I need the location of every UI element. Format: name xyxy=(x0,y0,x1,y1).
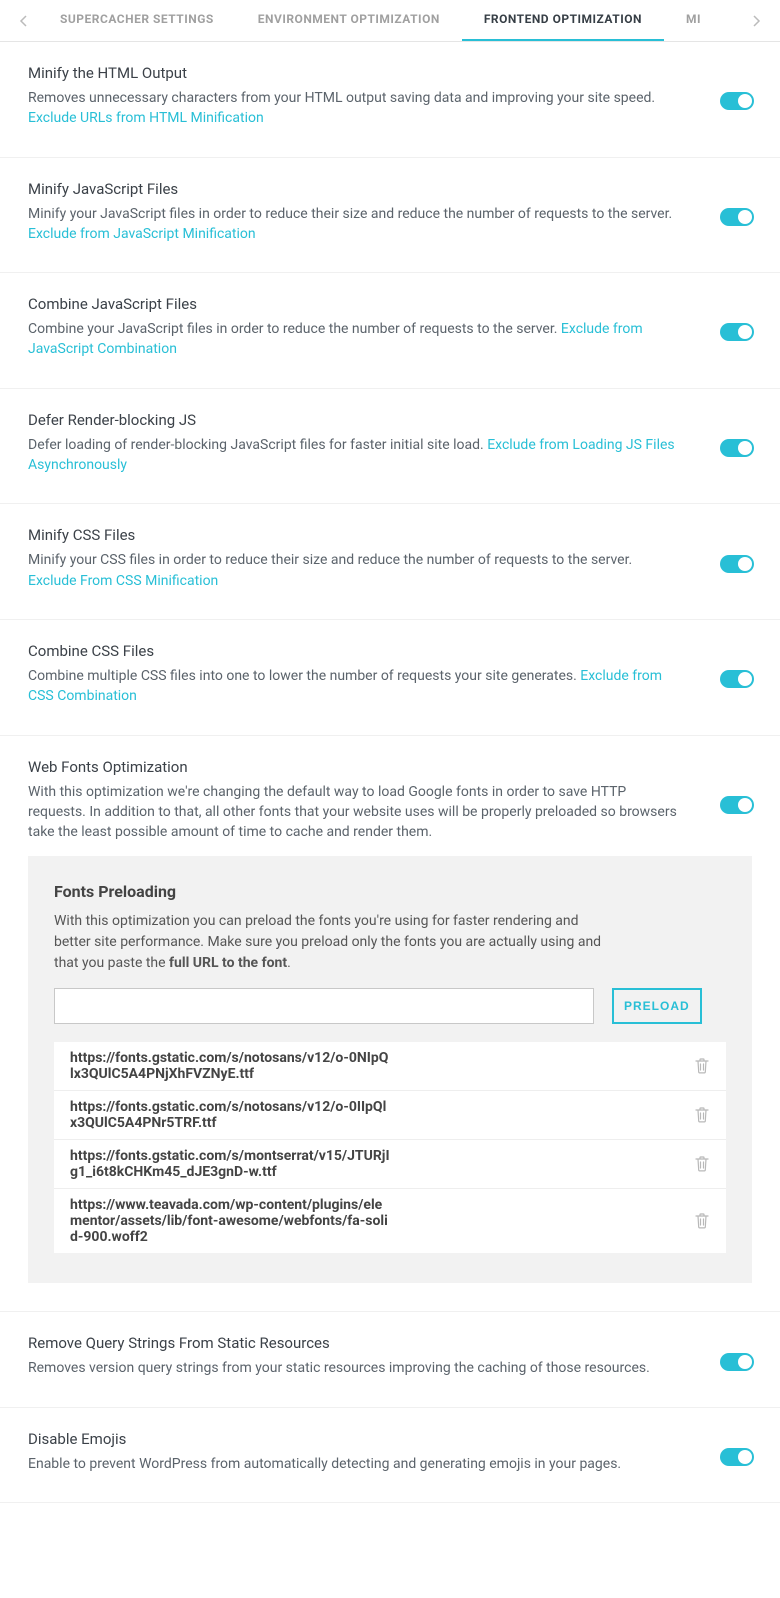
trash-icon[interactable] xyxy=(694,1106,710,1124)
tab-frontend[interactable]: FRONTEND OPTIMIZATION xyxy=(462,0,664,42)
setting-description: Enable to prevent WordPress from automat… xyxy=(28,1454,680,1474)
tab-more[interactable]: MI xyxy=(664,0,723,42)
setting-row: Minify CSS Files Minify your CSS files in… xyxy=(0,504,780,620)
font-url: https://fonts.gstatic.com/s/notosans/v12… xyxy=(70,1099,410,1131)
font-item: https://fonts.gstatic.com/s/montserrat/v… xyxy=(54,1140,726,1189)
setting-exclude-link[interactable]: Exclude From CSS Minification xyxy=(28,573,218,589)
tab-environment[interactable]: ENVIRONMENT OPTIMIZATION xyxy=(236,0,462,42)
font-url-input[interactable] xyxy=(54,988,594,1024)
setting-exclude-link[interactable]: Exclude URLs from HTML Minification xyxy=(28,110,264,126)
font-item: https://www.teavada.com/wp-content/plugi… xyxy=(54,1189,726,1253)
font-url: https://www.teavada.com/wp-content/plugi… xyxy=(70,1197,410,1245)
setting-row: Remove Query Strings From Static Resourc… xyxy=(0,1312,780,1407)
setting-description: With this optimization we're changing th… xyxy=(28,782,680,843)
setting-toggle[interactable] xyxy=(720,555,754,573)
tabs-bar: SUPERCACHER SETTINGS ENVIRONMENT OPTIMIZ… xyxy=(0,0,780,42)
setting-row: Minify JavaScript Files Minify your JavaS… xyxy=(0,158,780,274)
setting-row: Defer Render-blocking JS Defer loading of… xyxy=(0,389,780,505)
panel-description: With this optimization you can preload t… xyxy=(54,911,614,974)
setting-exclude-link[interactable]: Exclude from JavaScript Minification xyxy=(28,226,256,242)
setting-toggle[interactable] xyxy=(720,323,754,341)
trash-icon[interactable] xyxy=(694,1057,710,1075)
setting-description: Combine your JavaScript files in order t… xyxy=(28,319,680,360)
panel-title: Fonts Preloading xyxy=(54,882,726,901)
setting-description: Removes version query strings from your … xyxy=(28,1358,680,1378)
setting-toggle[interactable] xyxy=(720,670,754,688)
font-item: https://fonts.gstatic.com/s/notosans/v12… xyxy=(54,1042,726,1091)
setting-description: Minify your CSS files in order to reduce… xyxy=(28,550,680,591)
preload-button[interactable]: PRELOAD xyxy=(612,988,702,1024)
setting-exclude-link[interactable]: Exclude from CSS Combination xyxy=(28,668,662,704)
setting-toggle[interactable] xyxy=(720,796,754,814)
setting-toggle[interactable] xyxy=(720,1448,754,1466)
chevron-left-icon xyxy=(19,15,27,27)
setting-description: Minify your JavaScript files in order to… xyxy=(28,204,680,245)
trash-icon[interactable] xyxy=(694,1155,710,1173)
setting-title: Combine CSS Files xyxy=(28,642,680,660)
font-url: https://fonts.gstatic.com/s/montserrat/v… xyxy=(70,1148,410,1180)
setting-title: Minify JavaScript Files xyxy=(28,180,680,198)
setting-toggle[interactable] xyxy=(720,1353,754,1371)
preloaded-fonts-list: https://fonts.gstatic.com/s/notosans/v12… xyxy=(54,1042,726,1253)
setting-title: Disable Emojis xyxy=(28,1430,680,1448)
tab-supercacher[interactable]: SUPERCACHER SETTINGS xyxy=(38,0,236,42)
setting-title: Defer Render-blocking JS xyxy=(28,411,680,429)
setting-title: Web Fonts Optimization xyxy=(28,758,680,776)
tabs-prev-arrow[interactable] xyxy=(8,15,38,27)
setting-toggle[interactable] xyxy=(720,439,754,457)
setting-title: Minify CSS Files xyxy=(28,526,680,544)
fonts-preloading-panel: Fonts Preloading With this optimization … xyxy=(28,856,752,1283)
setting-title: Remove Query Strings From Static Resourc… xyxy=(28,1334,680,1352)
tabs-next-arrow[interactable] xyxy=(742,15,772,27)
setting-title: Combine JavaScript Files xyxy=(28,295,680,313)
setting-description: Removes unnecessary characters from your… xyxy=(28,88,680,129)
setting-row: Minify the HTML Output Removes unnecessar… xyxy=(0,42,780,158)
setting-exclude-link[interactable]: Exclude from JavaScript Combination xyxy=(28,321,643,357)
setting-row: Web Fonts Optimization With this optimiza… xyxy=(0,736,780,857)
setting-exclude-link[interactable]: Exclude from Loading JS Files Asynchrono… xyxy=(28,437,675,473)
setting-row: Combine JavaScript Files Combine your Jav… xyxy=(0,273,780,389)
font-url: https://fonts.gstatic.com/s/notosans/v12… xyxy=(70,1050,410,1082)
setting-row: Combine CSS Files Combine multiple CSS fi… xyxy=(0,620,780,736)
setting-description: Combine multiple CSS files into one to l… xyxy=(28,666,680,707)
setting-description: Defer loading of render-blocking JavaScr… xyxy=(28,435,680,476)
chevron-right-icon xyxy=(753,15,761,27)
trash-icon[interactable] xyxy=(694,1212,710,1230)
setting-toggle[interactable] xyxy=(720,92,754,110)
font-item: https://fonts.gstatic.com/s/notosans/v12… xyxy=(54,1091,726,1140)
setting-row: Disable Emojis Enable to prevent WordPres… xyxy=(0,1408,780,1503)
setting-toggle[interactable] xyxy=(720,208,754,226)
setting-title: Minify the HTML Output xyxy=(28,64,680,82)
